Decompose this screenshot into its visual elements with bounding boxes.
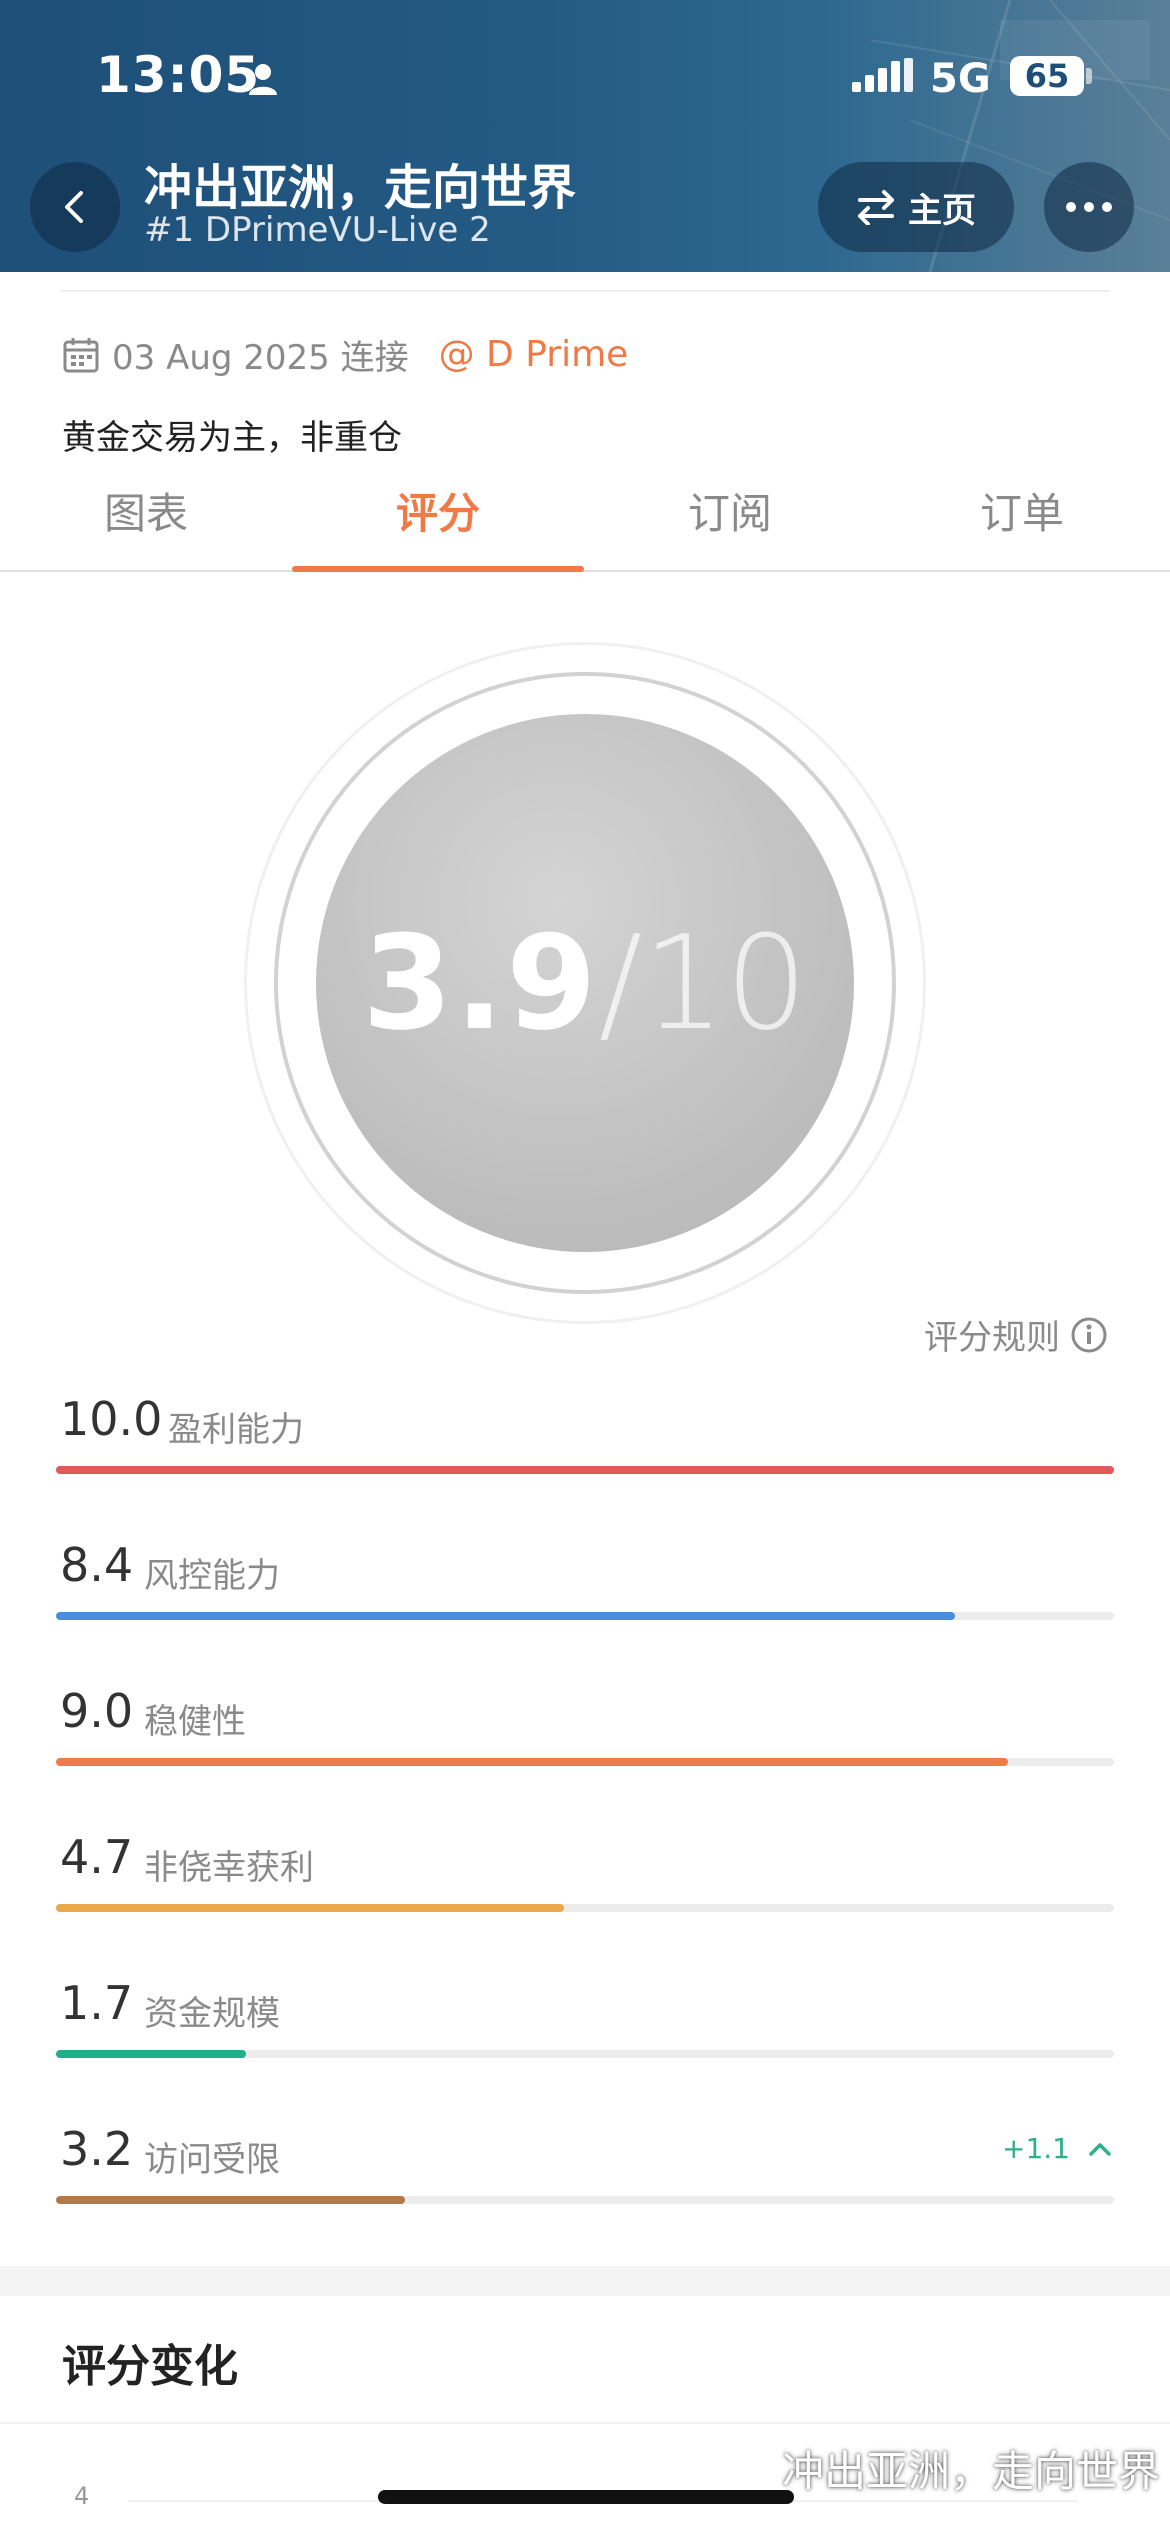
score-total: /10: [598, 907, 808, 1059]
chevron-up-icon: [1089, 2142, 1111, 2156]
metric-change-value: +1.1: [1002, 2132, 1070, 2165]
home-indicator: [378, 2490, 794, 2504]
metric-progress-track: [56, 2196, 1114, 2204]
watermark: 冲出亚洲，走向世界: [781, 2447, 1160, 2496]
metric-label: 非侥幸获利: [144, 1848, 314, 1888]
section-separator: [0, 2266, 1170, 2296]
metric-progress-track: [56, 1904, 1114, 1912]
divider: [60, 290, 1110, 292]
metric-progress-fill: [56, 2196, 406, 2204]
chart-divider: [0, 2422, 1170, 2424]
metric-change[interactable]: +1.1: [1002, 2132, 1112, 2165]
metric-row: 3.2 访问受限 +1.1: [56, 2122, 1114, 2232]
metric-progress-track: [56, 2050, 1114, 2058]
back-button[interactable]: [30, 162, 120, 252]
calendar-icon: [63, 337, 99, 372]
metric-value: 4.7: [60, 1830, 134, 1884]
scoring-rules-label: 评分规则: [924, 1318, 1060, 1358]
metric-label: 盈利能力: [168, 1410, 304, 1450]
person-icon: [249, 64, 277, 95]
tab-bar: 图表 评分 订阅 订单: [0, 470, 1170, 572]
metric-row: 1.7 资金规模: [56, 1976, 1114, 2086]
back-arrow-icon: [65, 191, 83, 223]
provider-link[interactable]: @ D Prime: [439, 334, 629, 375]
signal-icon: [852, 58, 913, 92]
metric-label: 资金规模: [144, 1994, 280, 2034]
info-icon: [1071, 1317, 1107, 1352]
network-label: 5G: [930, 56, 991, 102]
strategy-description: 黄金交易为主，非重仓: [62, 418, 402, 458]
metric-value: 3.2: [60, 2122, 134, 2176]
tab-subscribe[interactable]: 订阅: [584, 480, 876, 541]
active-tab-indicator: [292, 566, 584, 572]
more-icon: [1066, 202, 1112, 212]
metric-progress-fill: [56, 1904, 564, 1912]
score-dial: 3.9 /10: [316, 714, 854, 1252]
metric-row: 8.4 风控能力: [56, 1538, 1114, 1648]
page: 13:05 5G 65 冲出亚洲，走向世界 #1 DPrimeVU-Live 2: [0, 0, 1170, 2532]
chart-axis-tick: 4: [74, 2482, 90, 2510]
metric-progress-track: [56, 1466, 1114, 1474]
metric-row: 4.7 非侥幸获利: [56, 1830, 1114, 1940]
metric-progress-fill: [56, 1612, 956, 1620]
home-button[interactable]: 主页: [818, 162, 1014, 252]
metric-row: 9.0 稳健性: [56, 1684, 1114, 1794]
page-subtitle: #1 DPrimeVU-Live 2: [144, 210, 491, 250]
metric-value: 9.0: [60, 1684, 134, 1738]
app-header: 13:05 5G 65 冲出亚洲，走向世界 #1 DPrimeVU-Live 2: [0, 0, 1170, 272]
metric-progress-track: [56, 1758, 1114, 1766]
metric-progress-fill: [56, 1466, 1114, 1474]
tab-chart[interactable]: 图表: [0, 480, 292, 541]
connection-date: 03 Aug 2025 连接: [112, 338, 409, 378]
metric-label: 访问受限: [144, 2140, 280, 2180]
score-value: 3.9: [362, 907, 599, 1059]
metric-label: 稳健性: [144, 1702, 246, 1742]
swap-icon: [858, 190, 894, 225]
section-title: 评分变化: [62, 2341, 238, 2392]
status-time: 13:05: [96, 46, 261, 104]
page-title: 冲出亚洲，走向世界: [144, 160, 577, 216]
metric-label: 风控能力: [144, 1556, 280, 1596]
tab-score[interactable]: 评分: [292, 480, 584, 541]
metric-value: 10.0: [60, 1392, 163, 1446]
scoring-rules-link[interactable]: 评分规则: [924, 1310, 1108, 1359]
metric-value: 1.7: [60, 1976, 134, 2030]
metric-progress-fill: [56, 1758, 1009, 1766]
battery-indicator: 65: [1010, 56, 1084, 96]
connection-info: 03 Aug 2025 连接 @ D Prime: [62, 330, 628, 379]
metric-progress-fill: [56, 2050, 247, 2058]
tab-orders[interactable]: 订单: [876, 480, 1168, 541]
more-button[interactable]: [1044, 162, 1134, 252]
metric-value: 8.4: [60, 1538, 134, 1592]
battery-tip: [1086, 68, 1092, 84]
metric-row: 10.0 盈利能力: [56, 1392, 1114, 1502]
home-button-label: 主页: [908, 190, 976, 231]
metric-progress-track: [56, 1612, 1114, 1620]
